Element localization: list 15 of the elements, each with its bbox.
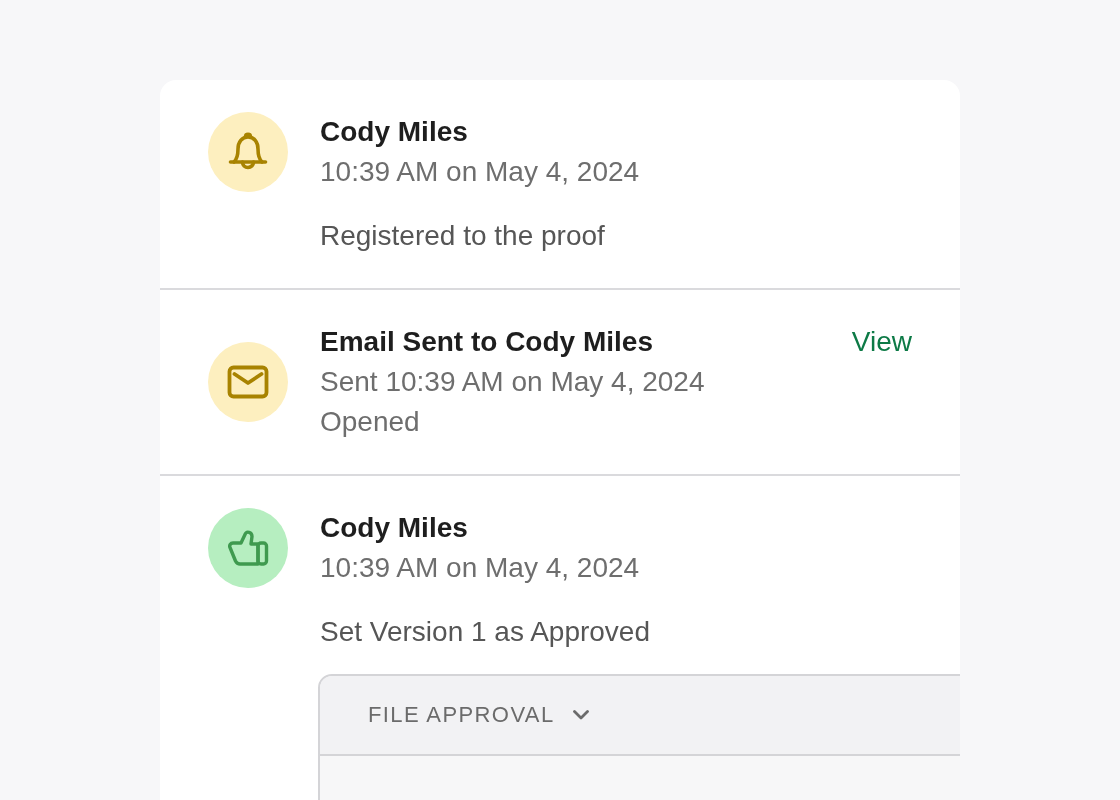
event-description: Set Version 1 as Approved — [320, 615, 650, 649]
file-approval-toggle[interactable]: FILE APPROVAL — [320, 676, 960, 756]
bell-icon — [208, 112, 288, 192]
view-link[interactable]: View — [851, 322, 912, 362]
event-time: 10:39 AM on May 4, 2024 — [320, 155, 640, 189]
email-status: Opened — [320, 405, 420, 439]
event-title: Email Sent to Cody Miles — [320, 325, 653, 359]
event-time: 10:39 AM on May 4, 2024 — [320, 551, 640, 585]
event-title: Cody Miles — [320, 511, 468, 545]
event-description: Registered to the proof — [320, 219, 605, 253]
envelope-icon — [208, 342, 288, 422]
event-time: Sent 10:39 AM on May 4, 2024 — [320, 365, 705, 399]
chevron-icon — [572, 710, 589, 720]
event-title: Cody Miles — [320, 115, 468, 149]
thumbs-up-icon — [208, 508, 288, 588]
